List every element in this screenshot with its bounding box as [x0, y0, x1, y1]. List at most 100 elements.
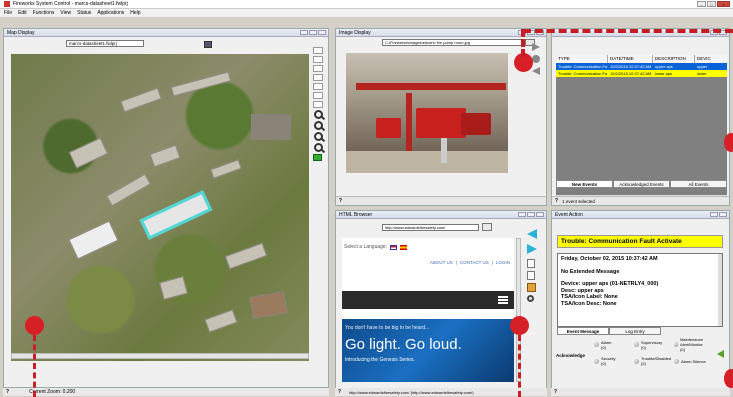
speaker-icon[interactable] — [717, 350, 724, 358]
layer-icon[interactable] — [313, 56, 323, 63]
annotation-marker — [25, 316, 44, 335]
counter-alarm[interactable]: Alarm (0) — [594, 337, 634, 352]
acknowledge-label: Acknowledge — [556, 353, 586, 358]
window-controls: – □ × — [697, 1, 730, 7]
menu-applications[interactable]: Applications — [97, 10, 124, 16]
arrow-down-icon[interactable] — [532, 55, 540, 63]
help-icon[interactable]: ? — [338, 389, 341, 395]
security-indicator-icon — [594, 358, 599, 364]
event-row[interactable]: Trouble: Communication Fa 10/2/2015 10:3… — [556, 63, 727, 70]
counter-alarm-silence[interactable]: Alarm Silence — [674, 356, 718, 366]
arrow-left-icon[interactable] — [532, 67, 540, 75]
zoom-reset-icon[interactable] — [314, 143, 323, 152]
browser-go-button[interactable] — [482, 223, 492, 231]
counter-supervisory[interactable]: Supervisory (0) — [634, 337, 674, 352]
trouble-indicator-icon — [634, 358, 639, 364]
col-datetime[interactable]: DATE/TIME — [608, 55, 653, 63]
menu-status[interactable]: Status — [77, 10, 91, 16]
pump-room-image — [346, 53, 508, 173]
silence-indicator-icon — [674, 358, 679, 364]
minimize-button[interactable]: – — [697, 1, 706, 7]
menu-file[interactable]: File — [4, 10, 12, 16]
zoom-out-icon[interactable] — [314, 121, 323, 130]
link-contact-us[interactable]: CONTACT US — [460, 260, 489, 265]
hero-headline: Go light. Go loud. — [345, 336, 462, 353]
browser-url-input[interactable]: http://www.edwardsfiresafety.com/ — [382, 224, 479, 231]
map-scrollbar[interactable] — [11, 353, 309, 359]
image-path-select[interactable]: C:\Firewerks\Images\electric fire pump r… — [382, 39, 522, 46]
col-type[interactable]: TYPE — [556, 55, 608, 63]
help-icon[interactable]: ? — [554, 389, 557, 395]
counter-trouble[interactable]: Trouble/Disabled (2) — [634, 356, 674, 366]
counter-maintenance[interactable]: Maintenance Alert/Monitor (0) — [674, 337, 718, 352]
panel-close-button[interactable] — [318, 30, 326, 35]
event-message-scrollbar[interactable] — [718, 254, 722, 326]
tab-acknowledged-events[interactable]: Acknowledged Events — [613, 180, 670, 188]
language-label: Select a Language: — [344, 244, 388, 250]
menu-functions[interactable]: Functions — [33, 10, 55, 16]
tab-all-events[interactable]: All Events — [670, 180, 727, 188]
col-description[interactable]: DESCRIPTION — [653, 55, 695, 63]
help-icon[interactable]: ? — [555, 198, 558, 204]
site-top-links: ABOUT US | CONTACT US | LOGIN — [429, 260, 510, 265]
aerial-map-image[interactable] — [11, 54, 309, 361]
html-browser-header: HTML Browser — [336, 211, 546, 219]
hero-banner[interactable]: You don't have to be big to be heard... … — [342, 319, 514, 382]
legend-icon[interactable] — [313, 154, 322, 161]
flag-us-icon[interactable] — [390, 244, 398, 250]
highlighted-building[interactable] — [139, 190, 213, 240]
link-login[interactable]: LOGIN — [496, 260, 510, 265]
image-display-title: Image Display — [339, 29, 371, 36]
panel-maximize-button[interactable] — [309, 30, 317, 35]
map-settings-icon[interactable] — [204, 41, 212, 48]
search-icon[interactable] — [527, 295, 534, 302]
event-message-box: Friday, October 02, 2015 10:37:42 AM No … — [557, 253, 723, 327]
menu-edit[interactable]: Edit — [18, 10, 27, 16]
panel-minimize-button[interactable] — [710, 212, 718, 217]
zoom-in-icon[interactable] — [314, 110, 323, 119]
back-arrow-icon[interactable] — [527, 229, 537, 239]
help-icon[interactable]: ? — [6, 389, 9, 395]
tab-new-events[interactable]: New Events — [556, 180, 613, 188]
event-row[interactable]: Trouble: Communication Fa 10/2/2015 10:3… — [556, 70, 727, 77]
panel-minimize-button[interactable] — [518, 212, 526, 217]
flag-es-icon[interactable] — [400, 244, 408, 250]
events-grid: TYPE DATE/TIME DESCRIPTION DEVIC Trouble… — [556, 55, 727, 197]
refresh-icon[interactable] — [527, 271, 535, 280]
stop-icon[interactable] — [527, 259, 535, 268]
panel-maximize-button[interactable] — [527, 212, 535, 217]
map-select[interactable]: marcs-datasheet1.fwlprj — [66, 40, 144, 47]
annotation-marker — [510, 316, 529, 335]
col-device[interactable]: DEVIC — [695, 55, 727, 63]
layer-icon[interactable] — [313, 74, 323, 81]
arrow-right-icon[interactable] — [532, 43, 540, 51]
maximize-button[interactable]: □ — [707, 1, 716, 7]
hero-subtitle: Introducing the Genesis Series. — [345, 357, 415, 363]
help-icon[interactable]: ? — [339, 198, 342, 204]
map-status-bar: ? Current Zoom: 0.200 — [3, 388, 329, 396]
image-display-panel: Image Display C:\Firewerks\Images\electr… — [335, 28, 547, 206]
link-about-us[interactable]: ABOUT US — [430, 260, 453, 265]
nav-arrows-top — [532, 43, 546, 75]
tab-event-message[interactable]: Event Message — [557, 327, 609, 335]
web-page-view[interactable]: Select a Language: ABOUT US | CONTACT US… — [342, 238, 514, 382]
layer-icon[interactable] — [313, 47, 323, 54]
panel-close-button[interactable] — [719, 212, 727, 217]
layer-icon[interactable] — [313, 65, 323, 72]
forward-arrow-icon[interactable] — [527, 244, 537, 254]
window-title-bar: Fireworks System Control - marcs-datashe… — [0, 0, 733, 9]
layer-icon[interactable] — [313, 101, 323, 108]
zoom-fit-icon[interactable] — [314, 132, 323, 141]
layer-icon[interactable] — [313, 83, 323, 90]
tab-log-entry[interactable]: Log Entry — [609, 327, 661, 335]
panel-close-button[interactable] — [536, 212, 544, 217]
close-button[interactable]: × — [717, 1, 730, 7]
counter-security[interactable]: Security (0) — [594, 356, 634, 366]
events-grid-header: TYPE DATE/TIME DESCRIPTION DEVIC — [556, 55, 727, 63]
layer-icon[interactable] — [313, 92, 323, 99]
panel-minimize-button[interactable] — [300, 30, 308, 35]
menu-view[interactable]: View — [60, 10, 71, 16]
menu-help[interactable]: Help — [130, 10, 140, 16]
home-icon[interactable] — [527, 283, 536, 292]
maintenance-indicator-icon — [674, 342, 679, 347]
